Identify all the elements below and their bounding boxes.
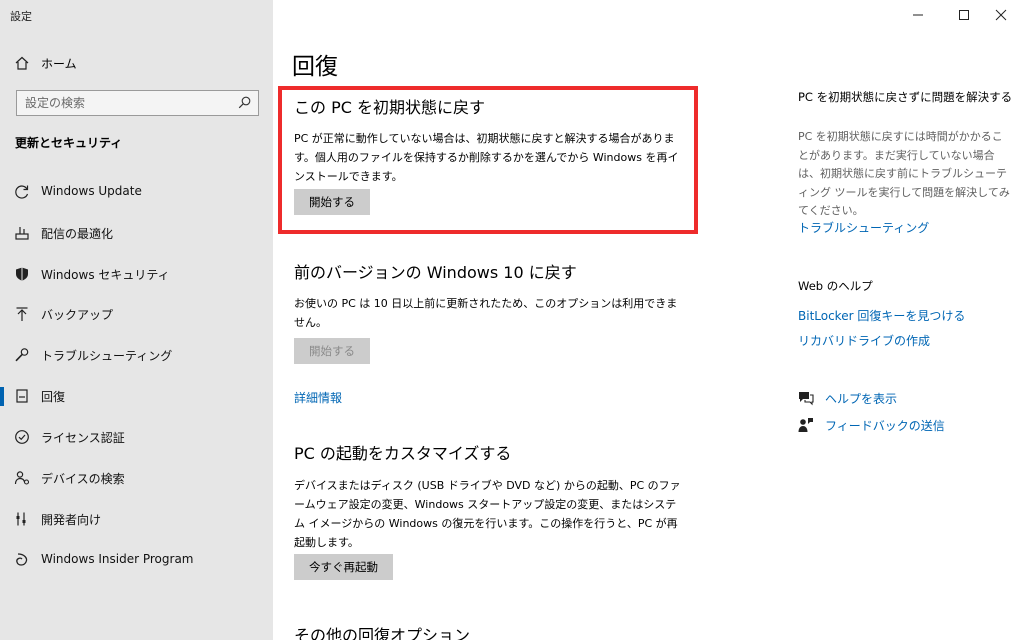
restart-now-button[interactable]: 今すぐ再起動 [294,554,393,580]
sidebar-item-label: 回復 [41,390,66,404]
sidebar-item-recovery[interactable]: 回復 [0,380,273,412]
sidebar-item-label: Windows Update [41,184,142,198]
search-icon[interactable] [238,96,251,109]
app-title: 設定 [10,10,32,23]
advanced-startup-description: デバイスまたはディスク (USB ドライブや DVD など) からの起動、PC … [294,479,681,549]
go-back-heading: 前のバージョンの Windows 10 に戻す [294,263,577,282]
sidebar-item-label: 開発者向け [41,513,102,527]
backup-arrow-icon [16,307,28,321]
shield-icon [16,267,28,281]
sidebar-item-find-device[interactable]: デバイスの検索 [0,462,273,494]
sidebar-item-label: デバイスの検索 [41,472,125,486]
more-info-link[interactable]: 詳細情報 [294,389,342,406]
close-button[interactable] [978,0,1024,30]
sidebar-item-backup[interactable]: バックアップ [0,298,273,330]
advanced-startup-heading: PC の起動をカスタマイズする [294,444,512,463]
go-back-description: お使いの PC は 10 日以上前に更新されたため、このオプションは利用できませ… [294,297,678,329]
sidebar-home-label: ホーム [41,57,77,71]
sidebar-item-label: Windows Insider Program [41,552,194,566]
minimize-button[interactable] [895,0,941,30]
minimize-icon [913,14,923,16]
get-help-link[interactable]: ヘルプを表示 [825,390,897,407]
person-pin-icon [14,471,30,485]
home-icon [15,56,29,70]
sidebar: 設定 ホーム 更新とセキュリティ Windows Update 配信の最適化 W… [0,0,273,640]
sidebar-item-troubleshoot[interactable]: トラブルシューティング [0,339,273,371]
sidebar-item-developer[interactable]: 開発者向け [0,503,273,535]
sidebar-item-activation[interactable]: ライセンス認証 [0,421,273,453]
bitlocker-link[interactable]: BitLocker 回復キーを見つける [798,307,965,324]
go-back-start-button[interactable]: 開始する [294,338,370,364]
refresh-icon [15,185,29,199]
highlight-box [278,86,698,234]
sidebar-item-windows-insider[interactable]: Windows Insider Program [0,544,273,576]
sidebar-item-windows-update[interactable]: Windows Update [0,176,273,208]
page-title: 回復 [292,54,338,80]
sidebar-item-windows-security[interactable]: Windows セキュリティ [0,258,273,290]
sidebar-item-label: バックアップ [41,308,114,322]
sidebar-home[interactable]: ホーム [0,50,273,76]
close-icon [995,9,1007,21]
delivery-optimization-icon [15,227,29,240]
sidebar-item-label: ライセンス認証 [41,431,125,445]
feedback-person-icon [798,418,813,432]
section-title: 更新とセキュリティ [15,136,123,150]
troubleshoot-link[interactable]: トラブルシューティング [798,219,929,236]
sidebar-item-label: Windows セキュリティ [41,268,170,282]
feedback-link[interactable]: フィードバックの送信 [825,417,945,434]
insider-icon [16,553,28,566]
more-recovery-options-heading: その他の回復オプション [294,626,471,640]
sidebar-item-label: 配信の最適化 [41,227,114,241]
recovery-icon [16,389,28,403]
web-help-heading: Web のヘルプ [798,279,873,293]
developer-icon [16,512,26,526]
settings-search[interactable] [16,90,259,116]
wrench-icon [15,348,29,362]
fix-without-reset-text: PC を初期状態に戻すには時間がかかることがあります。まだ実行していない場合は、… [798,130,1010,217]
sidebar-item-label: トラブルシューティング [41,349,173,363]
fix-without-reset-heading: PC を初期状態に戻さずに問題を解決する [798,90,1013,104]
sidebar-item-delivery-optimization[interactable]: 配信の最適化 [0,217,273,249]
search-input[interactable] [17,91,232,115]
chat-help-icon [799,392,814,406]
maximize-icon [959,10,969,20]
check-circle-icon [15,430,29,444]
recovery-drive-link[interactable]: リカバリドライブの作成 [798,332,930,349]
